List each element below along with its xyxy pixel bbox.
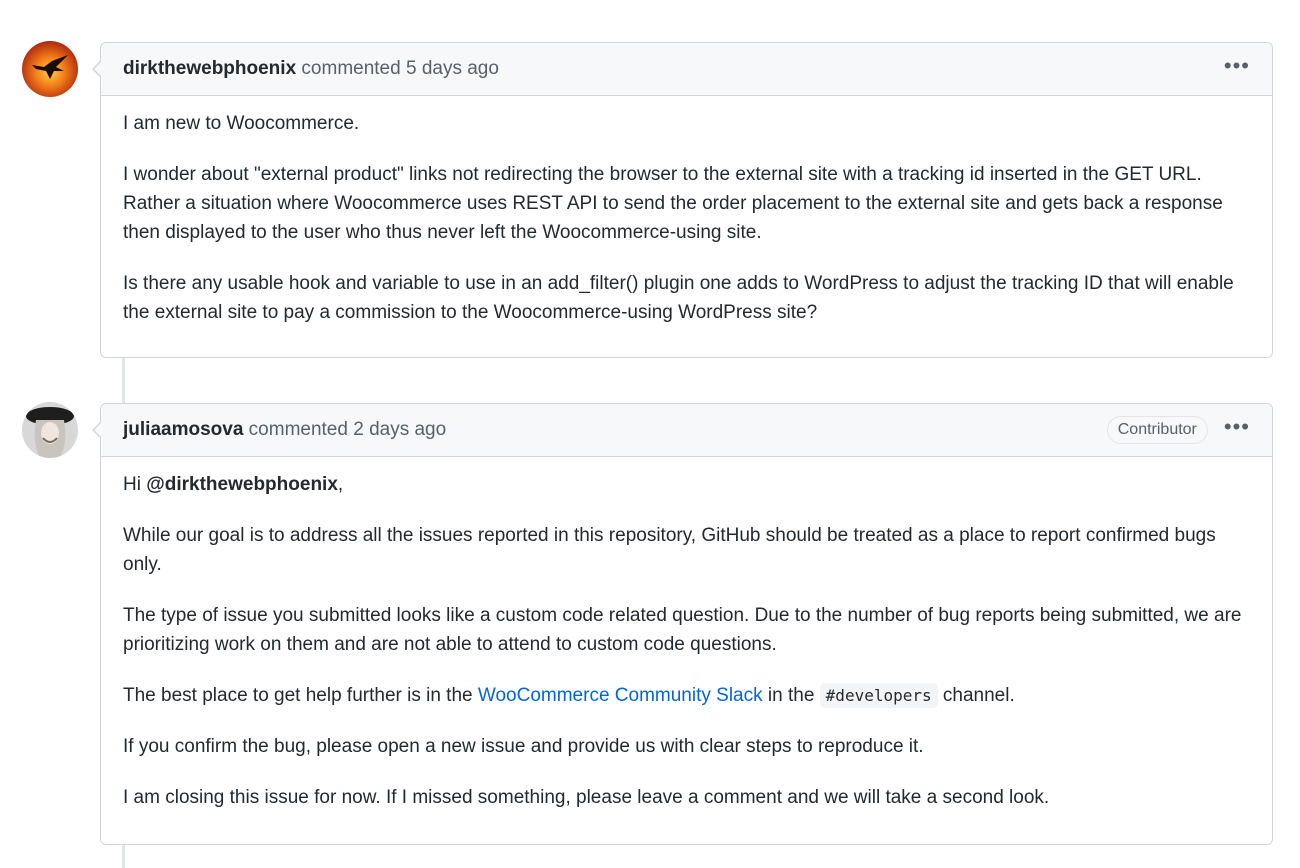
comment-paragraph: The best place to get help further is in… — [123, 683, 1015, 708]
more-options-icon[interactable]: ••• — [1224, 55, 1250, 77]
more-options-icon[interactable]: ••• — [1224, 416, 1250, 438]
comment-paragraph: I am new to Woocommerce. — [123, 113, 360, 134]
comment-paragraph: I wonder about "external product" links … — [123, 164, 1223, 243]
phoenix-avatar-icon — [22, 41, 78, 97]
avatar[interactable] — [22, 402, 78, 458]
comment-paragraph: If you confirm the bug, please open a ne… — [123, 736, 924, 757]
comment-paragraph: I am closing this issue for now. If I mi… — [123, 787, 1050, 808]
slack-community-link[interactable]: WooCommerce Community Slack — [478, 685, 763, 706]
user-photo-avatar-icon — [22, 402, 78, 458]
comment-paragraph: Is there any usable hook and variable to… — [123, 273, 1234, 323]
timeline-line — [122, 845, 125, 868]
comment-body: I am new to Woocommerce. I wonder about … — [101, 96, 1272, 349]
comment-action: commented — [248, 419, 348, 440]
contributor-badge: Contributor — [1106, 416, 1208, 444]
comment-meta: juliaamosova commented 2 days ago — [123, 419, 446, 441]
comment-paragraph: Hi @dirkthewebphoenix, — [123, 474, 344, 495]
comment-action: commented — [301, 58, 401, 79]
comment-card: dirkthewebphoenix commented 5 days ago •… — [92, 42, 1273, 358]
comment-body: Hi @dirkthewebphoenix, While our goal is… — [101, 457, 1272, 834]
comment-card: juliaamosova commented 2 days ago Contri… — [92, 403, 1273, 845]
author-link[interactable]: juliaamosova — [123, 419, 243, 440]
user-mention[interactable]: @dirkthewebphoenix — [146, 474, 338, 495]
channel-code: #developers — [819, 683, 938, 708]
comment-timestamp[interactable]: 2 days ago — [353, 419, 446, 440]
comment-timestamp[interactable]: 5 days ago — [406, 58, 499, 79]
comment-meta: dirkthewebphoenix commented 5 days ago — [123, 58, 499, 80]
avatar[interactable] — [22, 41, 78, 97]
comment-paragraph: The type of issue you submitted looks li… — [123, 605, 1242, 655]
comment-header: dirkthewebphoenix commented 5 days ago •… — [92, 43, 1272, 96]
comment-header: juliaamosova commented 2 days ago Contri… — [92, 404, 1272, 457]
comment-paragraph: While our goal is to address all the iss… — [123, 525, 1216, 575]
timeline-line — [122, 358, 125, 403]
author-link[interactable]: dirkthewebphoenix — [123, 58, 296, 79]
